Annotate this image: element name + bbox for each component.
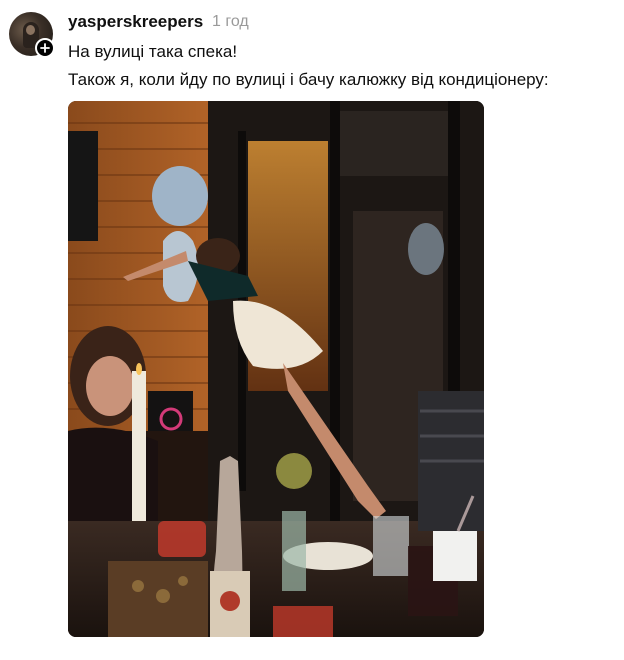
- post-text-line-1: На вулиці така спека!: [68, 42, 238, 61]
- photo-scene: [68, 101, 484, 637]
- post-timestamp[interactable]: 1 год: [212, 13, 249, 31]
- post-text-line-2: Також я, коли йду по вулиці і бачу калюж…: [68, 70, 549, 89]
- username-link[interactable]: yasperskreepers: [68, 12, 203, 32]
- post-photo[interactable]: [68, 101, 484, 637]
- avatar-face: [26, 25, 35, 35]
- follow-button[interactable]: [35, 38, 55, 58]
- plus-icon: [40, 43, 50, 53]
